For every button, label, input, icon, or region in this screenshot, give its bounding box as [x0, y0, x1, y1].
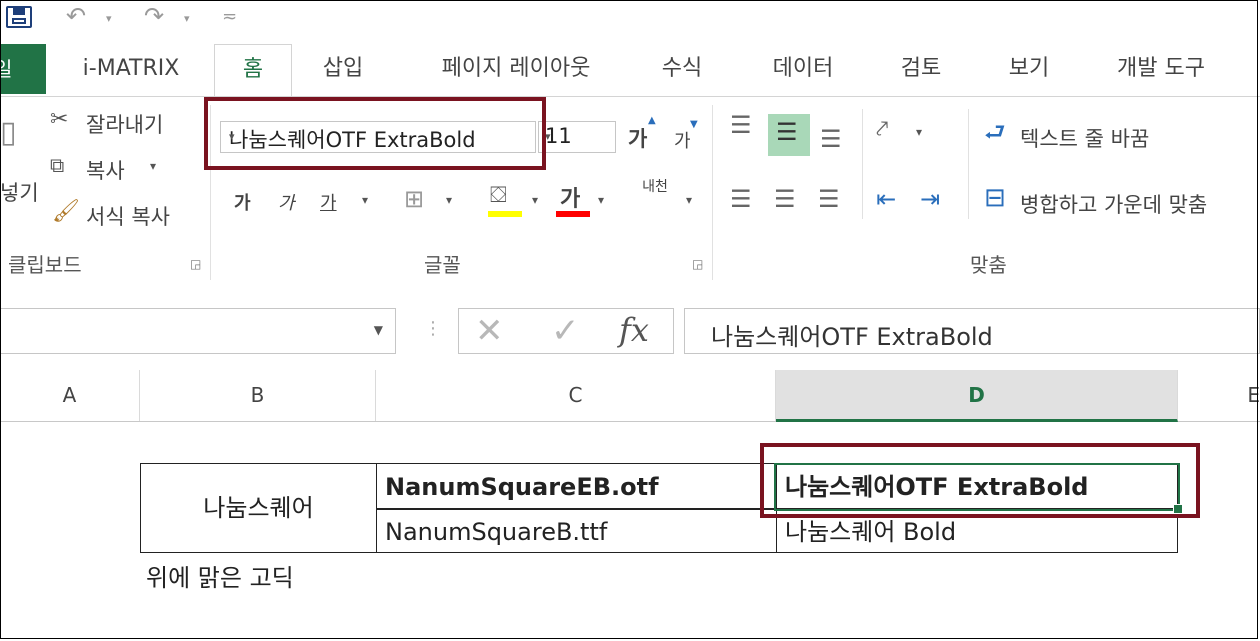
- font-size-select[interactable]: 11 ▾: [538, 121, 616, 153]
- file-name: NanumSquareEB.otf: [385, 473, 659, 501]
- formula-bar: ▼ ⋮ ✕ ✓ fx 나눔스퀘어OTF ExtraBold: [0, 300, 1260, 362]
- font-name: 나눔스퀘어 Bold: [785, 518, 957, 546]
- tab-formulas[interactable]: 수식: [640, 44, 724, 96]
- tab-i-matrix[interactable]: i-MATRIX: [56, 44, 206, 96]
- fill-dropdown-icon[interactable]: ▾: [532, 193, 538, 207]
- file-name: NanumSquareB.ttf: [385, 518, 608, 546]
- clipboard-group-label: 클립보드: [8, 253, 82, 277]
- cancel-icon[interactable]: ✕: [475, 311, 504, 351]
- cut-button[interactable]: 잘라내기: [86, 109, 163, 139]
- wrap-text-button[interactable]: 텍스트 줄 바꿈: [1020, 123, 1149, 153]
- column-header-e[interactable]: E: [1178, 370, 1260, 421]
- column-header-d[interactable]: D: [776, 370, 1178, 422]
- scissors-icon[interactable]: ✂: [50, 107, 68, 132]
- align-middle-icon: ☰: [776, 118, 798, 146]
- redo-dropdown-icon[interactable]: ▾: [184, 12, 190, 25]
- tab-data[interactable]: 데이터: [748, 44, 858, 96]
- fill-color-swatch: [488, 211, 522, 217]
- font-name-highlight-box: [204, 97, 546, 170]
- merged-label: 나눔스퀘어: [203, 494, 314, 522]
- formula-input[interactable]: 나눔스퀘어OTF ExtraBold: [684, 308, 1260, 354]
- cell-highlight-box: [760, 443, 1200, 518]
- column-header-a[interactable]: A: [0, 370, 140, 421]
- cell-b-merged[interactable]: 나눔스퀘어: [140, 463, 377, 553]
- arrow-down-icon: ▼: [690, 119, 698, 130]
- tab-insert[interactable]: 삽입: [302, 44, 384, 96]
- tab-view[interactable]: 보기: [988, 44, 1070, 96]
- merge-center-button[interactable]: 병합하고 가운데 맞춤: [1020, 189, 1207, 219]
- group-separator: [862, 109, 863, 219]
- column-headers: A B C D E: [0, 370, 1260, 422]
- orientation-dropdown-icon[interactable]: ▾: [916, 125, 922, 139]
- paste-label[interactable]: 넣기: [0, 177, 39, 207]
- font-color-dropdown-icon[interactable]: ▾: [598, 193, 604, 207]
- phonetic-dropdown-icon[interactable]: ▾: [686, 193, 692, 207]
- copy-icon[interactable]: ⧉: [50, 153, 64, 177]
- tab-page-layout[interactable]: 페이지 레이아웃: [408, 44, 624, 96]
- font-group-label: 글꼴: [424, 253, 461, 277]
- phonetic-button[interactable]: 내천: [640, 179, 670, 195]
- decrease-indent-icon[interactable]: ⇤: [876, 185, 896, 213]
- font-color-swatch: [556, 211, 590, 217]
- align-left-icon[interactable]: ☰: [730, 185, 752, 213]
- brush-icon[interactable]: 🖌: [52, 199, 80, 224]
- paste-icon[interactable]: ▯: [0, 115, 17, 150]
- enter-icon[interactable]: ✓: [551, 311, 580, 351]
- ribbon-tabs: 일 i-MATRIX 홈 삽입 페이지 레이아웃 수식 데이터 검토 보기 개발…: [0, 44, 1260, 97]
- font-launcher-icon[interactable]: ◲: [692, 257, 703, 271]
- format-painter-button[interactable]: 서식 복사: [86, 201, 170, 231]
- border-icon[interactable]: ⊞: [404, 185, 424, 213]
- ribbon-home: ▯ 넣기 ✂ 잘라내기 ⧉ 복사 ▾ 🖌 서식 복사 클립보드 ◲ 나눔스퀘어O…: [0, 97, 1260, 287]
- tab-developer[interactable]: 개발 도구: [1096, 44, 1226, 96]
- cell-c-row2[interactable]: NanumSquareB.ttf: [376, 508, 777, 553]
- insert-function-button[interactable]: fx: [619, 311, 649, 349]
- undo-dropdown-icon[interactable]: ▾: [106, 12, 112, 25]
- shrink-font-button[interactable]: 가: [674, 127, 691, 153]
- name-box[interactable]: ▼: [0, 308, 396, 354]
- underline-dropdown-icon[interactable]: ▾: [362, 193, 368, 207]
- italic-button[interactable]: 가: [278, 189, 295, 215]
- bold-button[interactable]: 가: [234, 189, 251, 215]
- column-header-b[interactable]: B: [140, 370, 376, 421]
- wrap-text-icon[interactable]: ⮐: [984, 115, 1006, 156]
- group-separator: [968, 109, 969, 219]
- cell-c-row1[interactable]: NanumSquareEB.otf: [376, 463, 777, 510]
- copy-button[interactable]: 복사: [86, 155, 125, 185]
- align-bottom-icon[interactable]: ☰: [820, 125, 842, 153]
- font-color-button[interactable]: 가: [560, 181, 580, 213]
- tab-home[interactable]: 홈: [214, 44, 292, 97]
- chevron-down-icon: ▾: [545, 130, 551, 143]
- tab-file[interactable]: 일: [0, 44, 46, 94]
- customize-toolbar-icon[interactable]: ≂: [222, 6, 237, 27]
- splitter-icon[interactable]: ⋮: [424, 318, 442, 339]
- fill-color-icon[interactable]: ⛋: [490, 183, 507, 208]
- alignment-group-label: 맞춤: [970, 253, 1007, 277]
- align-right-icon[interactable]: ☰: [818, 185, 840, 213]
- grow-font-button[interactable]: 가: [628, 123, 647, 153]
- increase-indent-icon[interactable]: ⇥: [920, 185, 940, 213]
- clipboard-launcher-icon[interactable]: ◲: [190, 257, 201, 271]
- quick-access-toolbar: ↶ ▾ ↷ ▾ ≂: [0, 0, 1260, 34]
- formula-value: 나눔스퀘어OTF ExtraBold: [711, 323, 993, 351]
- orientation-icon[interactable]: ⤤: [876, 117, 888, 142]
- align-center-icon[interactable]: ☰: [774, 185, 796, 213]
- underline-button[interactable]: 가: [320, 189, 337, 215]
- column-header-c[interactable]: C: [376, 370, 776, 421]
- formula-buttons: ✕ ✓ fx: [458, 308, 674, 354]
- undo-icon[interactable]: ↶: [66, 2, 86, 30]
- note-text: 위에 맑은 고딕: [146, 564, 294, 592]
- merge-center-icon[interactable]: ⊟: [984, 183, 1006, 213]
- arrow-up-icon: ▲: [648, 115, 656, 126]
- border-dropdown-icon[interactable]: ▾: [446, 193, 452, 207]
- tab-review[interactable]: 검토: [880, 44, 962, 96]
- copy-dropdown-icon[interactable]: ▾: [150, 159, 156, 173]
- chevron-down-icon: ▼: [373, 323, 383, 337]
- align-middle-button[interactable]: ☰: [768, 114, 810, 156]
- group-separator: [712, 105, 713, 280]
- align-top-icon[interactable]: ☰: [730, 111, 752, 139]
- save-icon[interactable]: [6, 6, 32, 28]
- redo-icon[interactable]: ↷: [144, 2, 164, 30]
